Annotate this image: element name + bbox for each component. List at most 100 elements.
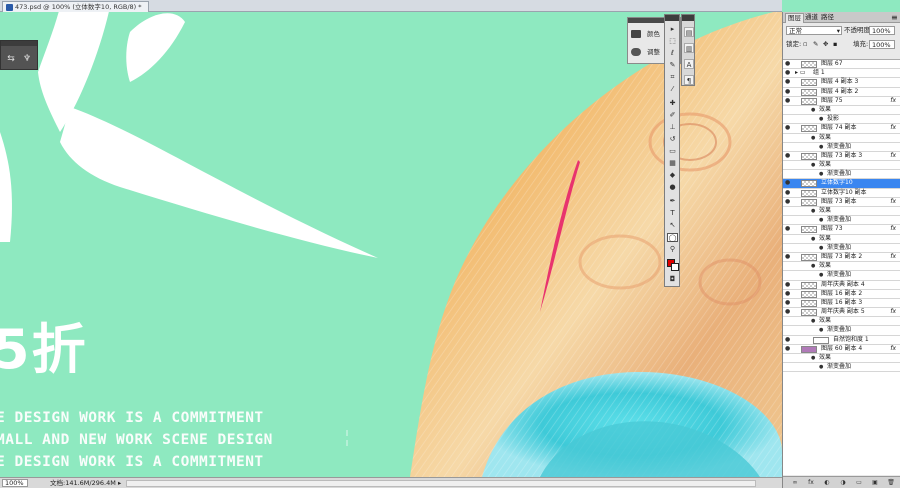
visibility-eye-icon[interactable]: ● <box>811 354 819 363</box>
quick-select-tool-icon[interactable]: ✎ <box>667 61 678 70</box>
lock-all-icon[interactable]: ▪ <box>833 39 837 50</box>
gradient-tool-icon[interactable]: ▦ <box>667 159 678 168</box>
layer-row[interactable]: ● 图层 67 <box>783 60 900 70</box>
brush-tool-icon[interactable]: ✐ <box>667 111 678 120</box>
lock-position-icon[interactable]: ✥ <box>823 39 828 50</box>
visibility-eye-icon[interactable]: ● <box>819 271 827 280</box>
crop-tool-icon[interactable]: ⌗ <box>667 73 678 82</box>
visibility-eye-icon[interactable]: ● <box>811 317 819 326</box>
visibility-eye-icon[interactable]: ● <box>811 134 819 143</box>
layer-row[interactable]: ● 图层 73 副本 2 fx <box>783 253 900 263</box>
lock-pixels-icon[interactable]: ✎ <box>813 39 818 50</box>
layer-row[interactable]: ● 图层 60 副本 4 fx <box>783 345 900 354</box>
trash-icon[interactable]: 🗑 <box>887 479 895 487</box>
visibility-eye-icon[interactable]: ● <box>811 207 819 216</box>
layer-row[interactable]: ● 周年庆典 副本 4 <box>783 281 900 290</box>
layer-row[interactable]: ● 图层 4 副本 2 <box>783 88 900 97</box>
visibility-eye-icon[interactable]: ● <box>785 198 793 207</box>
visibility-eye-icon[interactable]: ● <box>785 152 793 161</box>
layer-row[interactable]: ● 图层 16 副本 3 <box>783 299 900 309</box>
visibility-eye-icon[interactable]: ● <box>819 115 827 124</box>
layer-row[interactable]: ● 周年庆典 副本 5 fx <box>783 308 900 318</box>
type-tool-icon[interactable]: T <box>667 209 678 218</box>
history-brush-tool-icon[interactable]: ↺ <box>667 135 678 144</box>
visibility-eye-icon[interactable]: ● <box>785 179 793 188</box>
layer-row[interactable]: ● 图层 73 fx <box>783 225 900 235</box>
layer-effect-row[interactable]: ● 渐变叠加 <box>783 244 900 253</box>
visibility-eye-icon[interactable]: ● <box>819 363 827 372</box>
folder-icon[interactable]: ▸ ▭ <box>795 69 806 78</box>
shape-tool-icon[interactable]: ◯ <box>667 233 678 242</box>
status-arrow-icon[interactable]: ▸ <box>118 478 121 488</box>
tools-drag-bar[interactable] <box>665 15 679 21</box>
zoom-tool-icon[interactable]: ⚲ <box>667 245 678 254</box>
layer-effect-row[interactable]: ● 效果 <box>783 106 900 116</box>
visibility-eye-icon[interactable]: ● <box>819 143 827 152</box>
panel-drag-bar[interactable] <box>1 41 37 46</box>
layer-fx-badge[interactable]: fx <box>890 124 896 133</box>
layer-effect-row[interactable]: ● 效果 <box>783 207 900 217</box>
blend-mode-select[interactable]: 正常 ▾ <box>786 26 842 35</box>
layer-fx-badge[interactable]: fx <box>890 225 896 234</box>
path-select-tool-icon[interactable]: ↖ <box>667 221 678 230</box>
horizontal-scrollbar[interactable] <box>126 480 756 487</box>
layer-row[interactable]: ● 自然饱和度 1 <box>783 336 900 345</box>
lock-transparent-icon[interactable]: ▫ <box>803 39 807 50</box>
layer-row[interactable]: ● 图层 4 副本 3 <box>783 78 900 88</box>
link-layers-icon[interactable]: ∞ <box>791 479 799 487</box>
layer-effect-row[interactable]: ● 投影 <box>783 115 900 125</box>
document-tab[interactable]: 473.psd @ 100% (立体数字10, RGB/8) * <box>2 1 149 12</box>
mini-floating-panel[interactable]: ⇆ ♆ <box>0 40 38 70</box>
layer-effect-row[interactable]: ● 效果 <box>783 161 900 171</box>
layer-row[interactable]: ● 立体数字10 <box>783 179 900 189</box>
tab-paths[interactable]: 路径 <box>819 13 836 22</box>
layer-row[interactable]: ● 图层 16 副本 2 <box>783 290 900 299</box>
blur-tool-icon[interactable]: ◆ <box>667 171 678 180</box>
visibility-eye-icon[interactable]: ● <box>785 290 793 299</box>
healing-tool-icon[interactable]: ✚ <box>667 99 678 108</box>
layer-fx-badge[interactable]: fx <box>890 97 896 106</box>
layer-effect-row[interactable]: ● 效果 <box>783 134 900 143</box>
add-style-icon[interactable]: fx <box>807 479 815 487</box>
visibility-eye-icon[interactable]: ● <box>785 78 793 87</box>
tools-drag-bar[interactable] <box>682 15 694 21</box>
character-panel-icon[interactable]: A <box>684 59 694 69</box>
layer-row[interactable]: ● 图层 75 fx <box>783 97 900 106</box>
eyedropper-tool-icon[interactable]: ⁄ <box>667 85 678 94</box>
layer-fx-badge[interactable]: fx <box>890 152 896 161</box>
visibility-eye-icon[interactable]: ● <box>785 281 793 290</box>
layer-row[interactable]: ● 图层 73 副本 3 fx <box>783 152 900 162</box>
layer-effect-row[interactable]: ● 渐变叠加 <box>783 363 900 373</box>
visibility-eye-icon[interactable]: ● <box>785 124 793 133</box>
layer-row[interactable]: ● 图层 73 副本 fx <box>783 198 900 207</box>
layer-group-row[interactable]: ● ▸ ▭ 组 1 <box>783 69 900 79</box>
quick-mask-icon[interactable]: ◘ <box>667 275 678 284</box>
tab-layers[interactable]: 图层 <box>785 13 804 23</box>
visibility-eye-icon[interactable]: ● <box>785 308 793 317</box>
visibility-eye-icon[interactable]: ● <box>819 170 827 179</box>
eraser-tool-icon[interactable]: ▭ <box>667 147 678 156</box>
visibility-eye-icon[interactable]: ● <box>785 88 793 97</box>
layer-fx-badge[interactable]: fx <box>890 253 896 262</box>
visibility-eye-icon[interactable]: ● <box>811 161 819 170</box>
layer-row[interactable]: ● 立体数字10 副本 <box>783 189 900 198</box>
layer-effect-row[interactable]: ● 渐变叠加 <box>783 216 900 226</box>
dodge-tool-icon[interactable]: ● <box>667 183 678 192</box>
layer-fx-badge[interactable]: fx <box>890 308 896 317</box>
visibility-eye-icon[interactable]: ● <box>785 299 793 308</box>
new-group-icon[interactable]: ▭ <box>855 479 863 487</box>
visibility-eye-icon[interactable]: ● <box>819 216 827 225</box>
visibility-eye-icon[interactable]: ● <box>785 69 793 78</box>
visibility-eye-icon[interactable]: ● <box>819 244 827 253</box>
add-mask-icon[interactable]: ◐ <box>823 479 831 487</box>
layer-effect-row[interactable]: ● 效果 <box>783 235 900 244</box>
move-tool-icon[interactable]: ▸ <box>667 25 678 34</box>
fill-input[interactable]: 100% <box>869 40 895 49</box>
paragraph-panel-icon[interactable]: ¶ <box>684 75 694 85</box>
visibility-eye-icon[interactable]: ● <box>785 253 793 262</box>
visibility-eye-icon[interactable]: ● <box>785 97 793 106</box>
history-panel-icon[interactable]: ▤ <box>684 27 694 37</box>
settings-sliders-icon[interactable]: ⇆ <box>5 53 17 65</box>
marquee-tool-icon[interactable]: ⬚ <box>667 37 678 46</box>
layer-effect-row[interactable]: ● 渐变叠加 <box>783 271 900 281</box>
